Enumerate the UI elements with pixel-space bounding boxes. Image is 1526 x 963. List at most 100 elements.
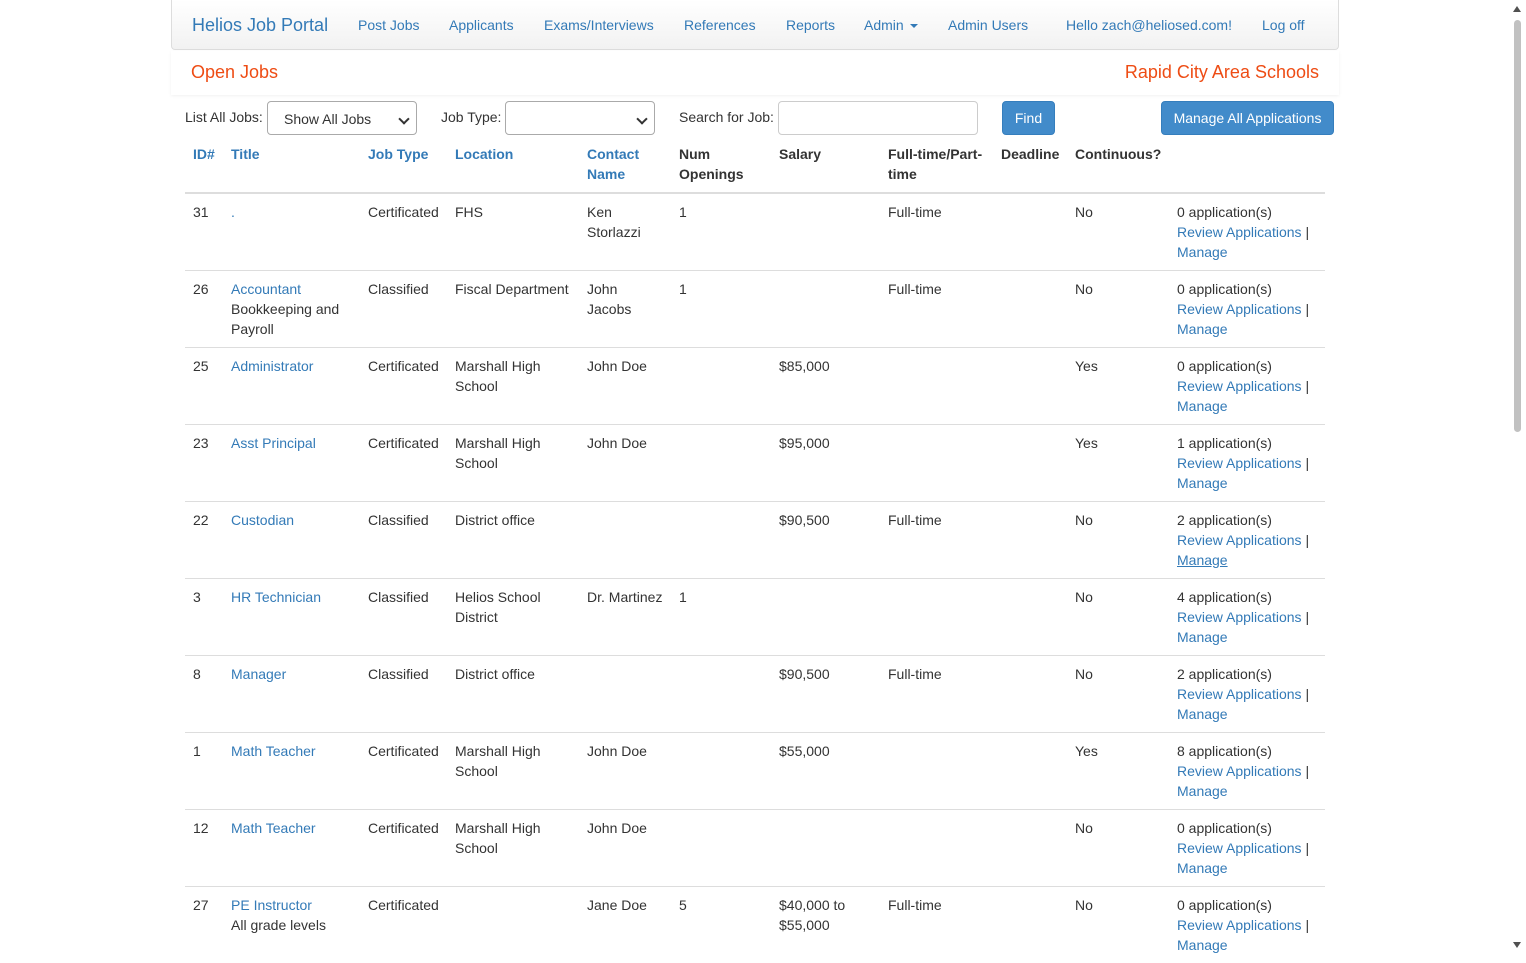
scrollbar-thumb[interactable] — [1514, 20, 1521, 432]
job-title-link[interactable]: Manager — [231, 666, 286, 682]
salary-cell: $85,000 — [771, 348, 880, 425]
salary-cell: $90,500 — [771, 502, 880, 579]
nav-reports[interactable]: Reports — [786, 17, 835, 33]
manage-link[interactable]: Manage — [1177, 398, 1228, 414]
column-header-location[interactable]: Location — [447, 136, 579, 193]
manage-link[interactable]: Manage — [1177, 244, 1228, 260]
num-openings-cell — [671, 810, 771, 887]
application-count: 1 application(s) — [1177, 433, 1317, 453]
manage-link[interactable]: Manage — [1177, 783, 1228, 799]
job-id-cell: 26 — [185, 271, 223, 348]
manage-link[interactable]: Manage — [1177, 937, 1228, 953]
location-cell: District office — [447, 502, 579, 579]
nav-applicants[interactable]: Applicants — [449, 17, 514, 33]
scroll-down-arrow-icon[interactable] — [1513, 942, 1521, 948]
jobs-table: ID# Title Job Type Location Contact Name… — [185, 136, 1325, 963]
manage-link[interactable]: Manage — [1177, 706, 1228, 722]
job-type-select[interactable] — [505, 101, 655, 135]
nav-admin-dropdown[interactable]: Admin — [864, 17, 918, 33]
review-applications-link[interactable]: Review Applications — [1177, 532, 1302, 548]
deadline-cell — [993, 733, 1067, 810]
job-id-cell: 1 — [185, 733, 223, 810]
job-title-link[interactable]: Custodian — [231, 512, 294, 528]
review-applications-link[interactable]: Review Applications — [1177, 686, 1302, 702]
nav-admin-users[interactable]: Admin Users — [948, 17, 1028, 33]
review-applications-link[interactable]: Review Applications — [1177, 763, 1302, 779]
job-title-cell: Math Teacher — [223, 810, 360, 887]
salary-cell: $40,000 to $55,000 — [771, 887, 880, 963]
review-applications-link[interactable]: Review Applications — [1177, 455, 1302, 471]
application-count: 0 application(s) — [1177, 202, 1317, 222]
review-applications-link[interactable]: Review Applications — [1177, 378, 1302, 394]
job-title-cell: . — [223, 193, 360, 271]
review-applications-link[interactable]: Review Applications — [1177, 917, 1302, 933]
location-cell: Marshall High School — [447, 348, 579, 425]
job-type-cell: Certificated — [360, 193, 447, 271]
job-title-link[interactable]: Accountant — [231, 281, 301, 297]
vertical-scrollbar[interactable] — [1509, 0, 1526, 954]
review-applications-link[interactable]: Review Applications — [1177, 224, 1302, 240]
deadline-cell — [993, 348, 1067, 425]
deadline-cell — [993, 271, 1067, 348]
nav-log-off[interactable]: Log off — [1262, 17, 1305, 33]
nav-references[interactable]: References — [684, 17, 756, 33]
list-all-jobs-label: List All Jobs: — [185, 109, 263, 125]
manage-link[interactable]: Manage — [1177, 475, 1228, 491]
column-header-continuous: Continuous? — [1067, 136, 1169, 193]
organization-name: Rapid City Area Schools — [1125, 62, 1319, 83]
manage-link[interactable]: Manage — [1177, 321, 1228, 337]
job-title-link[interactable]: Math Teacher — [231, 820, 316, 836]
manage-link[interactable]: Manage — [1177, 552, 1228, 568]
review-applications-link[interactable]: Review Applications — [1177, 840, 1302, 856]
table-row: 12Math TeacherCertificatedMarshall High … — [185, 810, 1325, 887]
manage-link[interactable]: Manage — [1177, 860, 1228, 876]
contact-name-cell: John Doe — [579, 810, 671, 887]
application-count: 0 application(s) — [1177, 895, 1317, 915]
column-header-id[interactable]: ID# — [185, 136, 223, 193]
num-openings-cell — [671, 425, 771, 502]
job-id-cell: 25 — [185, 348, 223, 425]
job-type-cell: Classified — [360, 502, 447, 579]
link-separator: | — [1306, 455, 1310, 471]
nav-exams-interviews[interactable]: Exams/Interviews — [544, 17, 654, 33]
location-cell: Helios School District — [447, 579, 579, 656]
job-title-link[interactable]: PE Instructor — [231, 897, 312, 913]
brand-link[interactable]: Helios Job Portal — [192, 15, 328, 36]
num-openings-cell: 1 — [671, 193, 771, 271]
table-row: 25 Administrator CertificatedMarshall High… — [185, 348, 1325, 425]
nav-user-greeting[interactable]: Hello zach@heliosed.com! — [1066, 17, 1232, 33]
list-all-jobs-select[interactable]: Show All Jobs — [267, 101, 417, 135]
table-row: 22CustodianClassifiedDistrict office$90,… — [185, 502, 1325, 579]
num-openings-cell: 5 — [671, 887, 771, 963]
table-row: 31.CertificatedFHSKen Storlazzi1Full-tim… — [185, 193, 1325, 271]
job-title-cell: Asst Principal — [223, 425, 360, 502]
column-header-num-openings: Num Openings — [671, 136, 771, 193]
page-title: Open Jobs — [191, 62, 278, 83]
application-count: 0 application(s) — [1177, 356, 1317, 376]
review-applications-link[interactable]: Review Applications — [1177, 301, 1302, 317]
table-row: 3HR TechnicianClassifiedHelios School Di… — [185, 579, 1325, 656]
job-title-link[interactable]: Asst Principal — [231, 435, 316, 451]
continuous-cell: No — [1067, 579, 1169, 656]
table-header-row: ID# Title Job Type Location Contact Name… — [185, 136, 1325, 193]
contact-name-cell: John Doe — [579, 733, 671, 810]
job-title-link[interactable]: . — [231, 204, 235, 220]
job-title-link[interactable]: Administrator — [231, 358, 313, 374]
search-job-input[interactable] — [778, 101, 978, 135]
fulltime-cell — [880, 733, 993, 810]
column-header-job-type[interactable]: Job Type — [360, 136, 447, 193]
applications-cell: 8 application(s)Review Applications|Mana… — [1169, 733, 1325, 810]
column-header-contact-name[interactable]: Contact Name — [579, 136, 671, 193]
job-type-cell: Certificated — [360, 348, 447, 425]
job-title-link[interactable]: HR Technician — [231, 589, 321, 605]
review-applications-link[interactable]: Review Applications — [1177, 609, 1302, 625]
job-title-link[interactable]: Math Teacher — [231, 743, 316, 759]
find-button[interactable]: Find — [1002, 101, 1055, 135]
column-header-title[interactable]: Title — [223, 136, 360, 193]
manage-all-applications-button[interactable]: Manage All Applications — [1161, 101, 1334, 135]
manage-link[interactable]: Manage — [1177, 629, 1228, 645]
location-cell: District office — [447, 656, 579, 733]
applications-cell: 0 application(s)Review Applications|Mana… — [1169, 810, 1325, 887]
scroll-up-arrow-icon[interactable] — [1513, 6, 1521, 12]
nav-post-jobs[interactable]: Post Jobs — [358, 17, 419, 33]
